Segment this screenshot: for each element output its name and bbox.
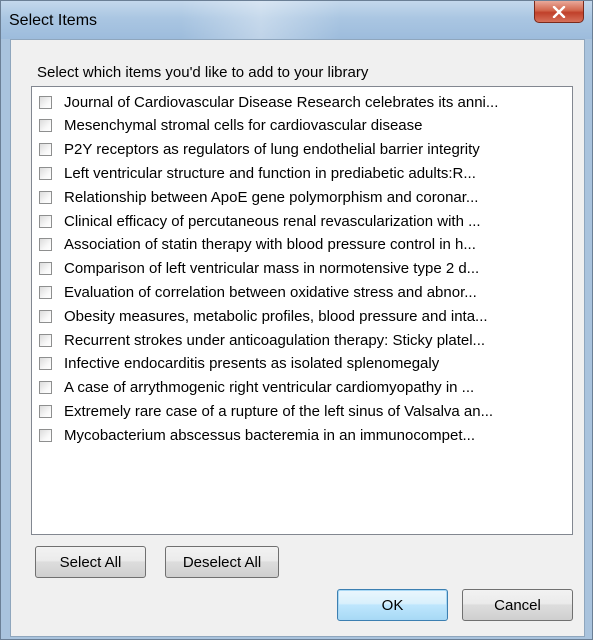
item-label: Evaluation of correlation between oxidat… xyxy=(64,283,477,301)
item-label: Obesity measures, metabolic profiles, bl… xyxy=(64,307,488,325)
list-item[interactable]: Comparison of left ventricular mass in n… xyxy=(32,258,572,280)
list-item[interactable]: Relationship between ApoE gene polymorph… xyxy=(32,186,572,208)
window-title: Select Items xyxy=(9,12,98,29)
list-item[interactable]: Journal of Cardiovascular Disease Resear… xyxy=(32,91,572,113)
item-checkbox[interactable] xyxy=(39,214,52,228)
list-item[interactable]: Obesity measures, metabolic profiles, bl… xyxy=(32,305,572,327)
item-label: Left ventricular structure and function … xyxy=(64,164,476,182)
instruction-text: Select which items you'd like to add to … xyxy=(37,64,369,81)
item-checkbox[interactable] xyxy=(39,357,52,371)
item-checkbox[interactable] xyxy=(39,119,52,133)
item-label: P2Y receptors as regulators of lung endo… xyxy=(64,141,480,159)
item-checkbox[interactable] xyxy=(39,428,52,442)
item-label: Mesenchymal stromal cells for cardiovasc… xyxy=(64,117,423,135)
list-item[interactable]: Evaluation of correlation between oxidat… xyxy=(32,281,572,303)
item-checkbox[interactable] xyxy=(39,285,52,299)
list-item[interactable]: Mesenchymal stromal cells for cardiovasc… xyxy=(32,115,572,137)
list-item[interactable]: P2Y receptors as regulators of lung endo… xyxy=(32,139,572,161)
item-checkbox[interactable] xyxy=(39,381,52,395)
item-label: Relationship between ApoE gene polymorph… xyxy=(64,188,479,206)
list-item[interactable]: Left ventricular structure and function … xyxy=(32,162,572,184)
list-item[interactable]: Association of statin therapy with blood… xyxy=(32,234,572,256)
item-label: Extremely rare case of a rupture of the … xyxy=(64,402,494,420)
item-label: Infective endocarditis presents as isola… xyxy=(64,355,440,373)
item-checkbox[interactable] xyxy=(39,238,52,252)
title-bar-glass xyxy=(181,1,341,39)
select-all-button[interactable]: Select All xyxy=(35,546,146,578)
item-checkbox[interactable] xyxy=(39,190,52,204)
item-checkbox[interactable] xyxy=(39,143,52,157)
close-button[interactable] xyxy=(534,1,584,23)
list-item[interactable]: Recurrent strokes under anticoagulation … xyxy=(32,329,572,351)
dialog-body: Select which items you'd like to add to … xyxy=(10,39,585,637)
item-checkbox[interactable] xyxy=(39,309,52,323)
item-label: Comparison of left ventricular mass in n… xyxy=(64,260,480,278)
cancel-button[interactable]: Cancel xyxy=(462,589,573,621)
item-label: Recurrent strokes under anticoagulation … xyxy=(64,331,486,349)
item-label: Mycobacterium abscessus bacteremia in an… xyxy=(64,426,476,444)
list-item[interactable]: Infective endocarditis presents as isola… xyxy=(32,353,572,375)
item-checkbox[interactable] xyxy=(39,166,52,180)
list-item[interactable]: Extremely rare case of a rupture of the … xyxy=(32,400,572,422)
item-checkbox[interactable] xyxy=(39,333,52,347)
item-label: Journal of Cardiovascular Disease Resear… xyxy=(64,93,499,111)
list-item[interactable]: Clinical efficacy of percutaneous renal … xyxy=(32,210,572,232)
item-label: A case of arrythmogenic right ventricula… xyxy=(64,379,475,397)
title-bar[interactable]: Select Items xyxy=(1,1,592,39)
item-label: Clinical efficacy of percutaneous renal … xyxy=(64,212,481,230)
deselect-all-button[interactable]: Deselect All xyxy=(165,546,279,578)
select-items-dialog: Select Items Select which items you'd li… xyxy=(0,0,593,640)
item-checkbox[interactable] xyxy=(39,262,52,276)
list-item[interactable]: Mycobacterium abscessus bacteremia in an… xyxy=(32,424,572,446)
list-item[interactable]: A case of arrythmogenic right ventricula… xyxy=(32,377,572,399)
item-label: Association of statin therapy with blood… xyxy=(64,236,476,254)
item-checkbox[interactable] xyxy=(39,95,52,109)
item-checkbox[interactable] xyxy=(39,404,52,418)
close-icon xyxy=(552,5,566,18)
ok-button[interactable]: OK xyxy=(337,589,448,621)
items-list[interactable]: Journal of Cardiovascular Disease Resear… xyxy=(31,86,573,535)
